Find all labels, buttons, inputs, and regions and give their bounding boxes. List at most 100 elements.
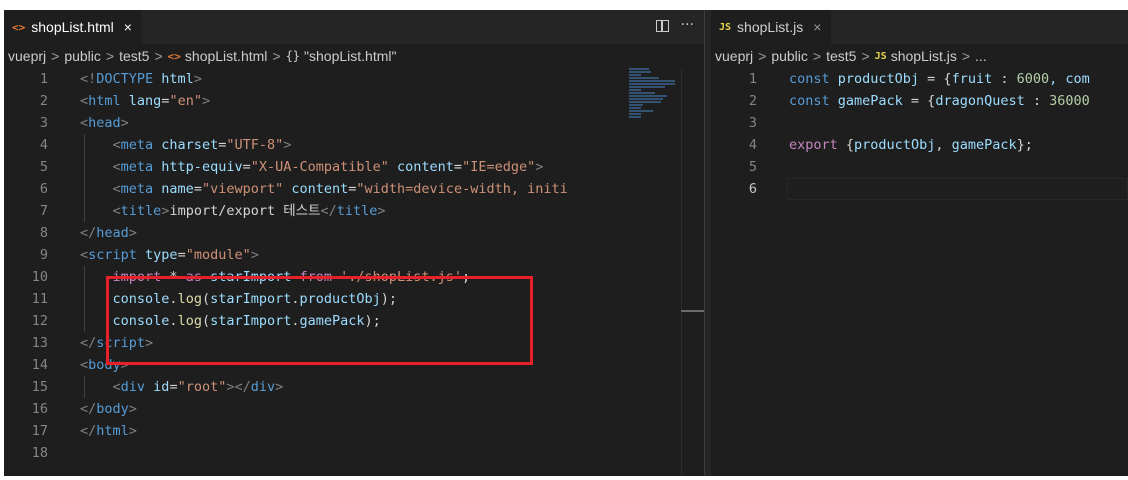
chevron-right-icon: > [961, 48, 971, 64]
breadcrumb-item[interactable]: shopList.js [891, 48, 957, 64]
minimap[interactable] [629, 68, 679, 128]
highlight-annotation-box [106, 276, 533, 365]
breadcrumb-item[interactable]: public [64, 48, 101, 64]
line-number: 18 [31, 445, 48, 461]
close-icon[interactable]: × [124, 19, 132, 35]
breadcrumb: vueprj > public > test5 > <> shopList.ht… [4, 44, 704, 68]
code-line: 17 </html> [4, 420, 704, 442]
code-editor[interactable]: 1 <!DOCTYPE html> 2 <html lang="en"> 3 <hea… [4, 68, 704, 476]
code-line: 16 </body> [4, 398, 704, 420]
code-text: const productObj = {fruit : 6000, com [789, 71, 1090, 87]
chevron-right-icon: > [758, 48, 767, 64]
code-text: export {productObj, gamePack}; [789, 137, 1033, 153]
code-text: <div id="root"></div> [112, 379, 284, 395]
code-line: 2 <html lang="en"> [4, 90, 704, 112]
code-text: <meta http-equiv="X-UA-Compatible" conte… [112, 159, 544, 175]
line-number: 4 [39, 137, 48, 153]
code-line: 7 <title>import/export 테스트</title> [4, 200, 704, 222]
breadcrumb-item[interactable]: test5 [119, 48, 149, 64]
code-text: <script type="module"> [80, 247, 259, 263]
editor-splitter[interactable] [704, 10, 711, 476]
line-number: 11 [31, 291, 48, 307]
line-number: 14 [31, 357, 48, 373]
right-tab-bar: JS shopList.js × [711, 10, 1128, 44]
chevron-right-icon: > [154, 48, 163, 64]
line-number: 1 [39, 71, 48, 87]
breadcrumb-item[interactable]: test5 [826, 48, 856, 64]
html-file-icon: <> [167, 49, 181, 63]
code-line: 1 <!DOCTYPE html> [4, 68, 704, 90]
breadcrumb-item[interactable]: ... [975, 48, 987, 64]
code-text: <html lang="en"> [80, 93, 211, 109]
chevron-right-icon: > [812, 48, 822, 64]
code-text: </head> [80, 225, 137, 241]
html-file-icon: <> [12, 20, 26, 34]
code-line: 6 <meta name="viewport" content="width=d… [4, 178, 704, 200]
left-editor-group: <> shopList.html × ··· vueprj > public >… [4, 10, 704, 476]
breadcrumb: vueprj > public > test5 > JS shopList.js… [711, 44, 1128, 68]
code-line: 4 export {productObj, gamePack}; [711, 134, 1128, 156]
code-line: 2 const gamePack = {dragonQuest : 36000 [711, 90, 1128, 112]
line-number: 15 [31, 379, 48, 395]
line-number: 16 [31, 401, 48, 417]
scrollbar-thumb[interactable] [681, 310, 704, 312]
code-line: 18 [4, 442, 704, 464]
code-line: 3 [711, 112, 1128, 134]
code-text: <meta name="viewport" content="width=dev… [112, 181, 568, 197]
code-line: 9 <script type="module"> [4, 244, 704, 266]
left-tab-bar: <> shopList.html × ··· [4, 10, 704, 44]
code-text: const gamePack = {dragonQuest : 36000 [789, 93, 1090, 109]
code-line: 15 <div id="root"></div> [4, 376, 704, 398]
editor-actions: ··· [655, 17, 694, 33]
code-editor[interactable]: 1 const productObj = {fruit : 6000, com 2… [711, 68, 1128, 476]
breadcrumb-item[interactable]: vueprj [8, 48, 46, 64]
code-line: 4 <meta charset="UTF-8"> [4, 134, 704, 156]
line-number: 3 [748, 115, 757, 131]
tab-shoplist-js[interactable]: JS shopList.js × [711, 10, 832, 44]
js-file-icon: JS [874, 50, 887, 62]
line-number: 1 [748, 71, 757, 87]
breadcrumb-item[interactable]: public [771, 48, 808, 64]
close-icon[interactable]: × [813, 19, 821, 35]
right-editor-group: JS shopList.js × vueprj > public > test5… [711, 10, 1128, 476]
code-line: 8 </head> [4, 222, 704, 244]
line-number: 2 [748, 93, 757, 109]
line-number: 6 [39, 181, 48, 197]
split-editor-icon[interactable] [655, 20, 669, 32]
chevron-right-icon: > [861, 48, 870, 64]
code-line: 5 <meta http-equiv="X-UA-Compatible" con… [4, 156, 704, 178]
breadcrumb-item[interactable]: "shopList.html" [304, 48, 396, 64]
line-number: 6 [748, 181, 757, 197]
line-number: 4 [748, 137, 757, 153]
line-number: 9 [39, 247, 48, 263]
code-text: </html> [80, 423, 137, 439]
vertical-scrollbar[interactable] [681, 68, 704, 476]
line-number: 10 [31, 269, 48, 285]
chevron-right-icon: > [51, 48, 60, 64]
line-number: 5 [748, 159, 757, 175]
line-number: 13 [31, 335, 48, 351]
chevron-right-icon: > [105, 48, 115, 64]
chevron-right-icon: > [272, 48, 281, 64]
code-line-active: 6 [711, 178, 1128, 200]
tab-shoplist-html[interactable]: <> shopList.html × [4, 10, 142, 44]
code-text: <!DOCTYPE html> [80, 71, 202, 87]
line-number: 8 [39, 225, 48, 241]
code-text: <head> [80, 115, 129, 131]
line-number: 2 [39, 93, 48, 109]
line-number: 17 [31, 423, 48, 439]
tab-label: shopList.html [31, 19, 114, 35]
code-line: 3 <head> [4, 112, 704, 134]
tab-label: shopList.js [737, 19, 804, 35]
more-actions-icon[interactable]: ··· [681, 17, 694, 33]
cursor-line-highlight [787, 178, 1128, 200]
line-number: 7 [39, 203, 48, 219]
code-text: <meta charset="UTF-8"> [112, 137, 292, 153]
breadcrumb-item[interactable]: vueprj [715, 48, 753, 64]
breadcrumb-item[interactable]: shopList.html [185, 48, 267, 64]
code-text: <title>import/export 테스트</title> [112, 203, 386, 219]
code-text: </body> [80, 401, 137, 417]
line-number: 3 [39, 115, 48, 131]
object-symbol-icon: {} [285, 49, 301, 63]
editor-window: <> shopList.html × ··· vueprj > public >… [4, 10, 1128, 476]
